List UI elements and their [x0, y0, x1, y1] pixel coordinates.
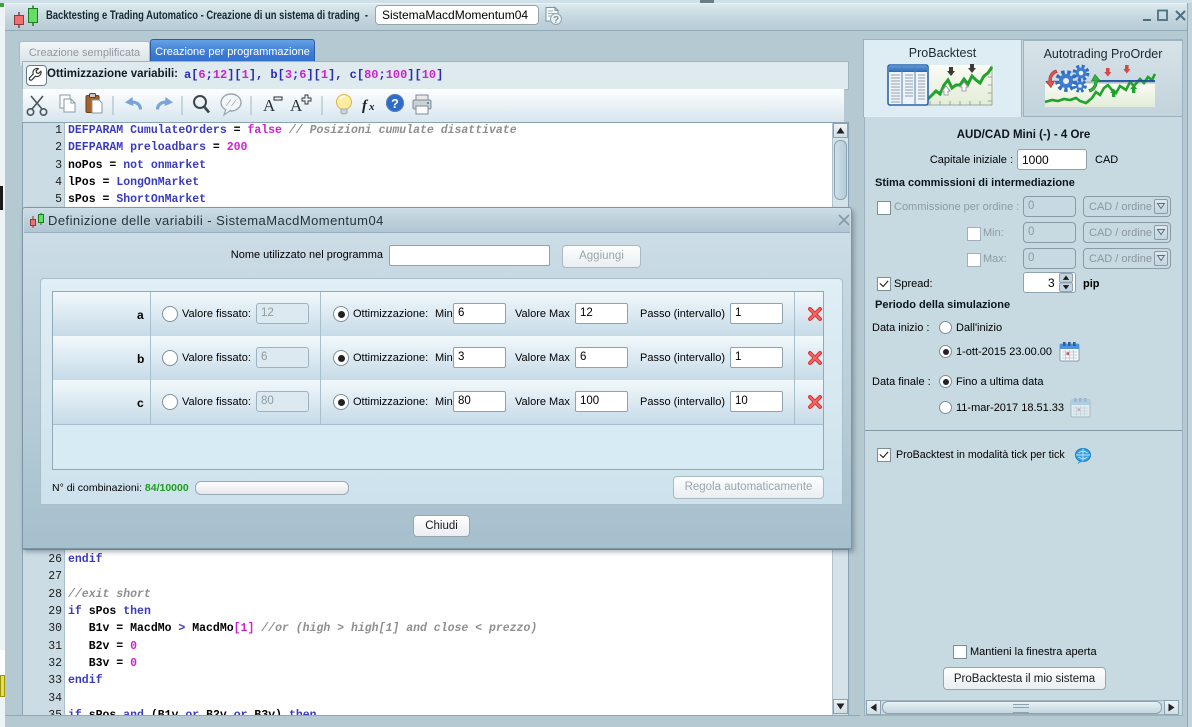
svg-text:A: A	[290, 96, 303, 115]
svg-text:x: x	[368, 101, 375, 113]
svg-text:?: ?	[391, 97, 399, 111]
svg-text:?: ?	[553, 15, 559, 26]
svg-text://: //	[226, 99, 237, 109]
svg-text:f: f	[362, 98, 369, 114]
